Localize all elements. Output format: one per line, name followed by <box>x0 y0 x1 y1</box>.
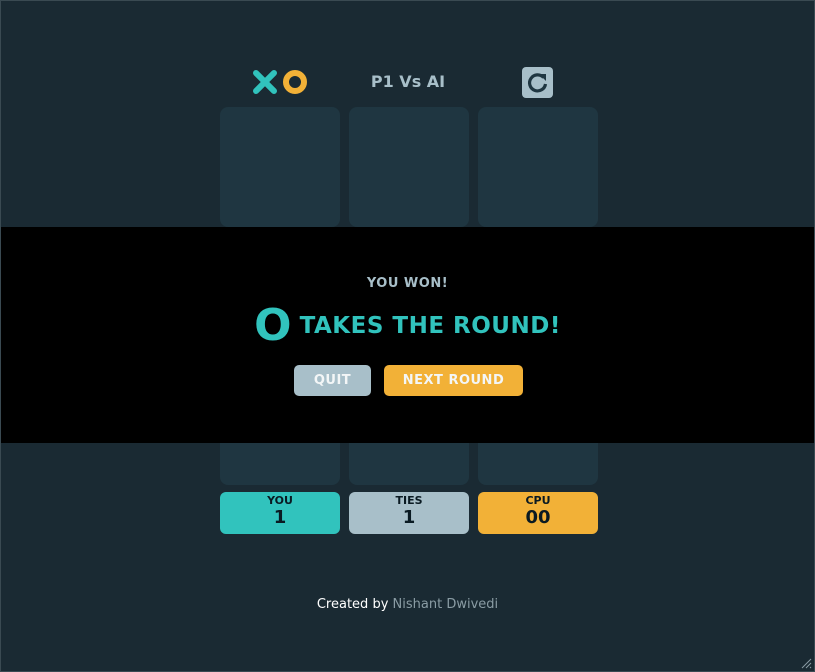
scoreboard: YOU 1 TIES 1 CPU 00 <box>220 492 600 534</box>
game-window: P1 Vs AI YOU 1 TIES 1 CPU 00 Created by … <box>0 0 815 672</box>
score-ties-label: TIES <box>395 494 423 507</box>
board-cell[interactable] <box>349 107 469 227</box>
footer: Created by Nishant Dwivedi <box>1 597 814 612</box>
score-cpu: CPU 00 <box>478 492 598 534</box>
game-header: P1 Vs AI <box>251 67 555 99</box>
board-cell[interactable] <box>220 107 340 227</box>
o-logo-icon <box>283 70 307 94</box>
score-ties-value: 1 <box>402 507 416 528</box>
xo-logo <box>253 70 307 94</box>
score-cpu-value: 00 <box>525 507 551 528</box>
x-logo-icon <box>253 70 277 94</box>
score-you-label: YOU <box>267 494 293 507</box>
score-cpu-label: CPU <box>525 494 551 507</box>
board-cell[interactable] <box>478 107 598 227</box>
author-link[interactable]: Nishant Dwivedi <box>393 597 499 612</box>
footer-prefix: Created by <box>316 597 389 612</box>
result-message: TAKES THE ROUND! <box>299 313 561 339</box>
next-round-button[interactable]: NEXT ROUND <box>384 365 523 396</box>
winner-mark: O <box>254 300 292 351</box>
resize-handle-icon[interactable] <box>800 657 812 669</box>
quit-button[interactable]: QUIT <box>294 365 371 396</box>
result-headline: O TAKES THE ROUND! <box>1 301 814 351</box>
game-mode-title: P1 Vs AI <box>370 72 446 91</box>
round-result-modal: YOU WON! O TAKES THE ROUND! QUIT NEXT ROU… <box>1 227 814 443</box>
restart-icon <box>528 73 548 93</box>
score-ties: TIES 1 <box>349 492 469 534</box>
score-you-value: 1 <box>273 507 287 528</box>
restart-button[interactable] <box>522 67 553 98</box>
score-you: YOU 1 <box>220 492 340 534</box>
result-subtitle: YOU WON! <box>366 276 449 291</box>
